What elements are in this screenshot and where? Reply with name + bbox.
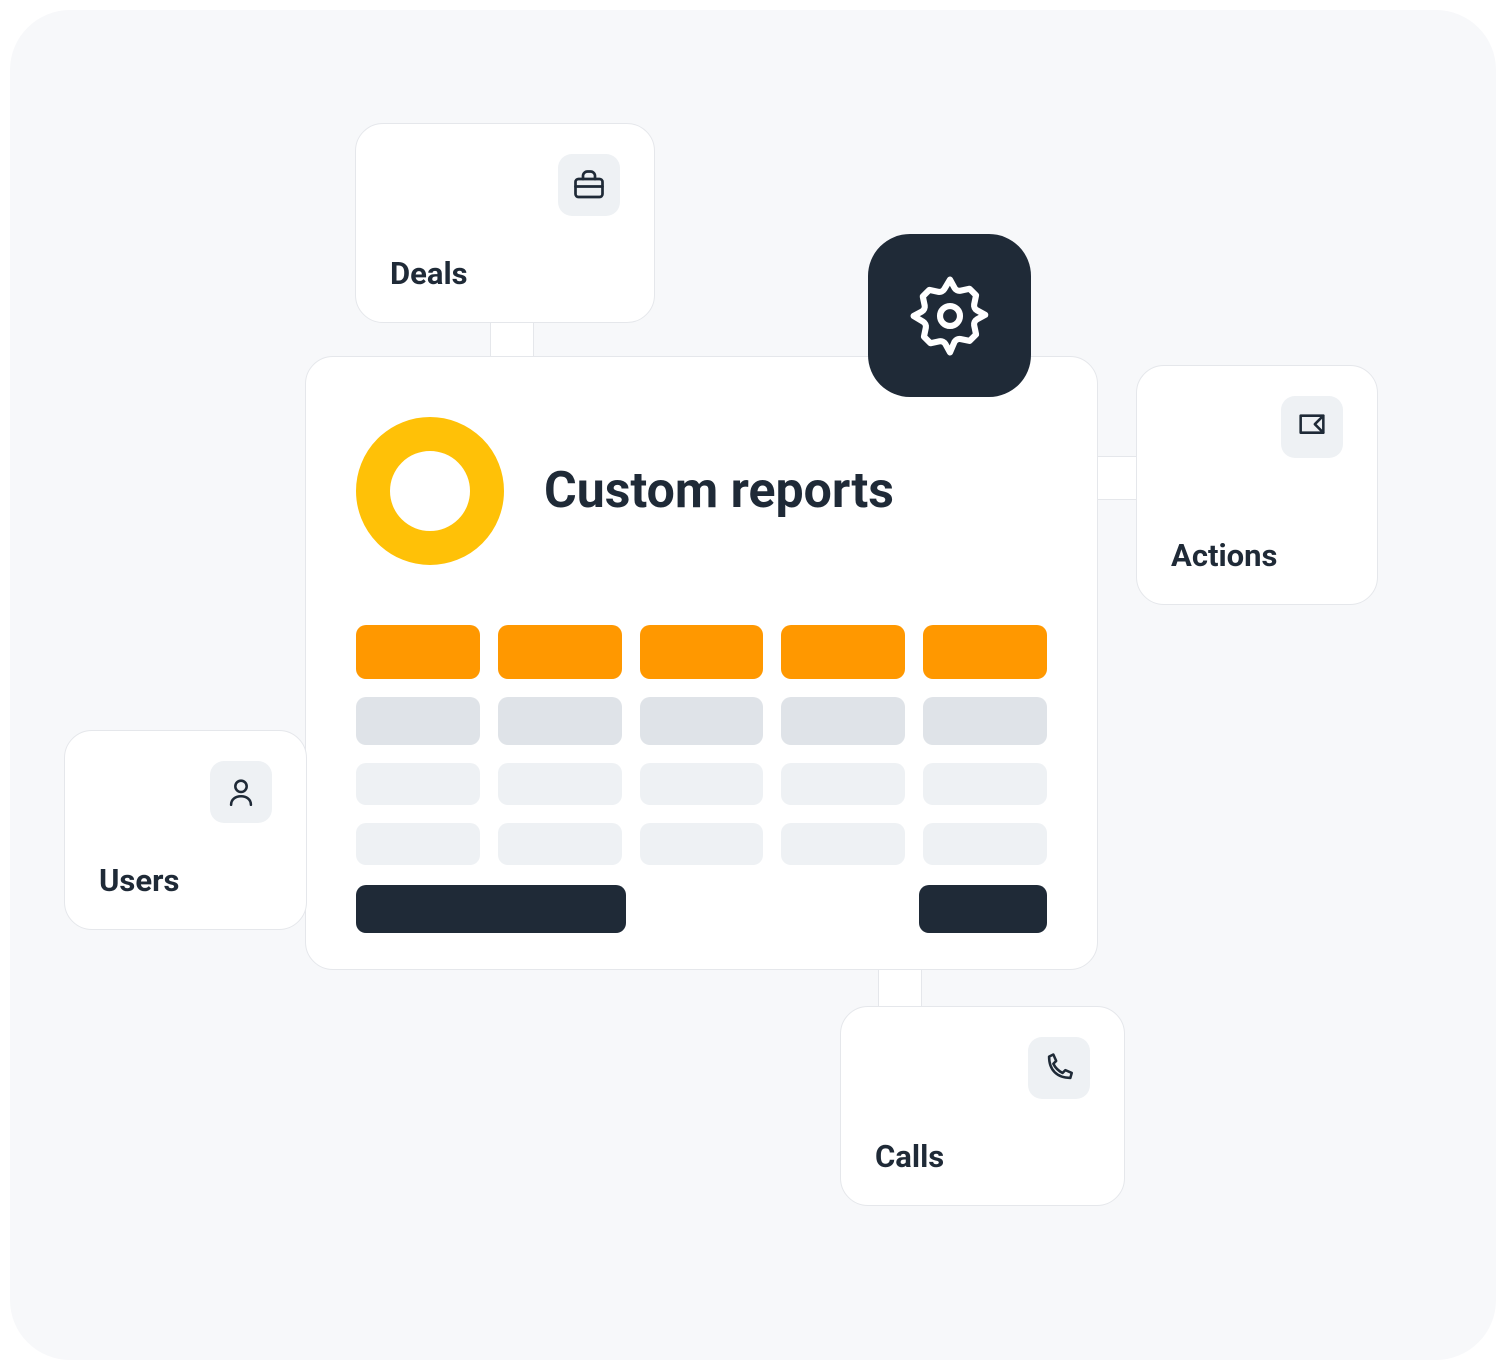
card-actions-label: Actions bbox=[1171, 537, 1343, 574]
grid-cell bbox=[640, 823, 764, 865]
card-deals-label: Deals bbox=[390, 255, 620, 292]
connector-actions bbox=[1094, 456, 1138, 500]
card-users-label: Users bbox=[99, 862, 272, 899]
gear-icon bbox=[868, 234, 1031, 397]
grid-cell bbox=[781, 697, 905, 745]
grid-cell bbox=[356, 697, 480, 745]
grid-cell bbox=[923, 823, 1047, 865]
diagram-canvas: Deals Custom reports bbox=[10, 10, 1496, 1360]
connector-calls bbox=[878, 968, 922, 1008]
grid-cell bbox=[781, 823, 905, 865]
grid-cell bbox=[498, 697, 622, 745]
grid-footer-bar-right bbox=[919, 885, 1047, 933]
grid-cell bbox=[923, 763, 1047, 805]
grid-cell bbox=[356, 823, 480, 865]
phone-icon bbox=[1028, 1037, 1090, 1099]
card-actions: Actions bbox=[1136, 365, 1378, 605]
user-icon bbox=[210, 761, 272, 823]
main-title: Custom reports bbox=[544, 462, 894, 520]
grid-header-cell bbox=[498, 625, 622, 679]
grid-cell bbox=[356, 763, 480, 805]
card-calls: Calls bbox=[840, 1006, 1125, 1206]
grid-cell bbox=[640, 697, 764, 745]
report-grid bbox=[356, 625, 1047, 865]
grid-footer-bar-left bbox=[356, 885, 626, 933]
main-card-custom-reports: Custom reports bbox=[305, 356, 1098, 970]
grid-header-cell bbox=[781, 625, 905, 679]
grid-header-cell bbox=[640, 625, 764, 679]
grid-cell bbox=[498, 823, 622, 865]
grid-cell bbox=[498, 763, 622, 805]
flag-icon bbox=[1281, 396, 1343, 458]
card-calls-label: Calls bbox=[875, 1138, 1090, 1175]
briefcase-icon bbox=[558, 154, 620, 216]
card-users: Users bbox=[64, 730, 307, 930]
connector-deals bbox=[490, 319, 534, 359]
grid-cell bbox=[923, 697, 1047, 745]
grid-cell bbox=[640, 763, 764, 805]
brand-ring-icon bbox=[356, 417, 504, 565]
grid-cell bbox=[781, 763, 905, 805]
grid-header-cell bbox=[923, 625, 1047, 679]
card-deals: Deals bbox=[355, 123, 655, 323]
grid-header-cell bbox=[356, 625, 480, 679]
main-行-header: Custom reports bbox=[356, 417, 1047, 565]
grid-footer bbox=[356, 885, 1047, 933]
